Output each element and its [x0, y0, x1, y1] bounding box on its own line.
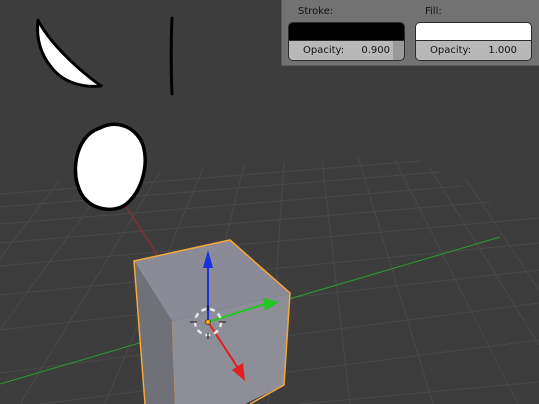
stroke-label: Stroke: [298, 6, 334, 17]
stroke-color-swatch[interactable] [288, 22, 405, 41]
fill-color-swatch[interactable] [415, 22, 532, 41]
gp-stroke-half-moon[interactable] [36, 18, 103, 88]
fill-opacity-slider[interactable]: Opacity: 1.000 [415, 41, 532, 61]
grease-pencil-color-panel: Stroke: Opacity: 0.900 Fill: Opacity: 1.… [281, 0, 539, 66]
stroke-opacity-value: 0.900 [361, 45, 390, 56]
origin-dot-icon [205, 319, 211, 325]
stroke-opacity-label: Opacity: [303, 45, 345, 56]
fill-label: Fill: [425, 6, 442, 17]
fill-opacity-label: Opacity: [430, 45, 472, 56]
stroke-opacity-slider[interactable]: Opacity: 0.900 [288, 41, 405, 61]
gp-stroke-vertical-line[interactable] [169, 16, 174, 96]
fill-opacity-value: 1.000 [488, 45, 517, 56]
gp-stroke-circle[interactable] [73, 122, 147, 212]
